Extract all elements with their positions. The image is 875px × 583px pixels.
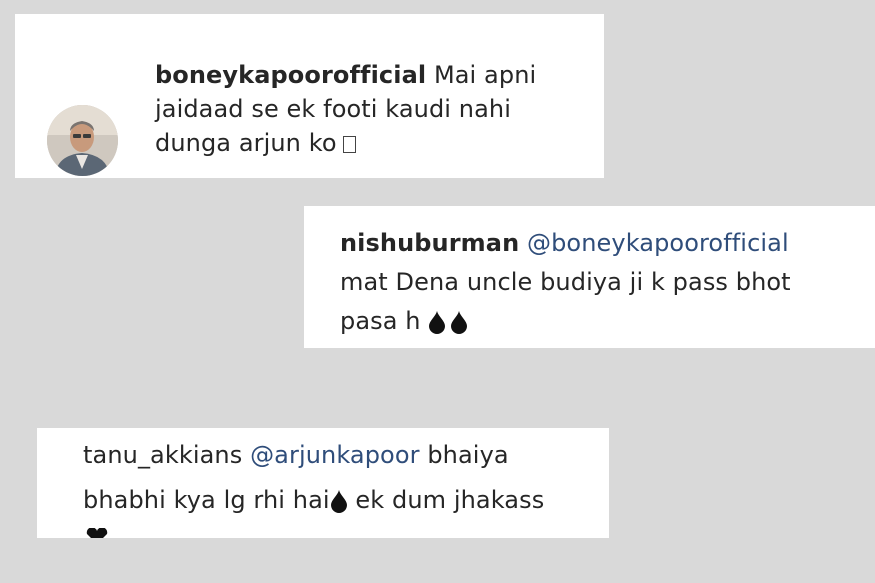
comment-line-2: jaidaad se ek footi kaudi nahi	[155, 92, 511, 126]
avatar-image	[47, 105, 118, 176]
comment-text: pasa h	[340, 307, 421, 335]
username-link[interactable]: nishuburman	[340, 229, 519, 257]
comment-card-nishuburman: nishuburman @boneykapoorofficial mat Den…	[304, 206, 875, 348]
comment-text: Mai apni	[433, 61, 537, 89]
comment-line-1: nishuburman @boneykapoorofficial	[340, 226, 789, 260]
black-drop-icon	[451, 311, 468, 334]
comment-line-2: mat Dena uncle budiya ji k pass bhot	[340, 265, 791, 299]
comment-line-3: dunga arjun ko	[155, 126, 356, 160]
username-link[interactable]: tanu_akkians	[83, 441, 242, 469]
comment-card-tanu-akkians: tanu_akkians @arjunkapoor bhaiya bhabhi …	[37, 428, 609, 538]
comment-text: jaidaad se ek footi kaudi nahi	[155, 95, 511, 123]
comment-text: bhabhi kya lg rhi hai	[83, 486, 330, 514]
comment-text: ek dum jhakass	[355, 486, 545, 514]
comment-text: mat Dena uncle budiya ji k pass bhot	[340, 268, 791, 296]
comment-card-boneykapoorofficial: boneykapoorofficial Mai apni jaidaad se …	[15, 14, 604, 178]
mention-link[interactable]: @arjunkapoor	[250, 441, 420, 469]
comment-line-2: bhabhi kya lg rhi hai ek dum jhakass	[83, 483, 544, 517]
avatar[interactable]	[47, 105, 118, 176]
comment-text: bhaiya	[427, 441, 509, 469]
comment-line-1: tanu_akkians @arjunkapoor bhaiya	[83, 438, 509, 472]
missing-glyph-box-icon	[342, 135, 356, 153]
comment-line-3: pasa h	[340, 304, 468, 338]
black-drop-icon	[330, 490, 347, 513]
comment-line-1: boneykapoorofficial Mai apni	[155, 58, 536, 92]
black-drop-icon	[429, 311, 446, 334]
mention-link[interactable]: @boneykapoorofficial	[527, 229, 789, 257]
username-link[interactable]: boneykapoorofficial	[155, 61, 426, 89]
comment-text: dunga arjun ko	[155, 129, 337, 157]
black-heart-icon	[86, 528, 108, 538]
